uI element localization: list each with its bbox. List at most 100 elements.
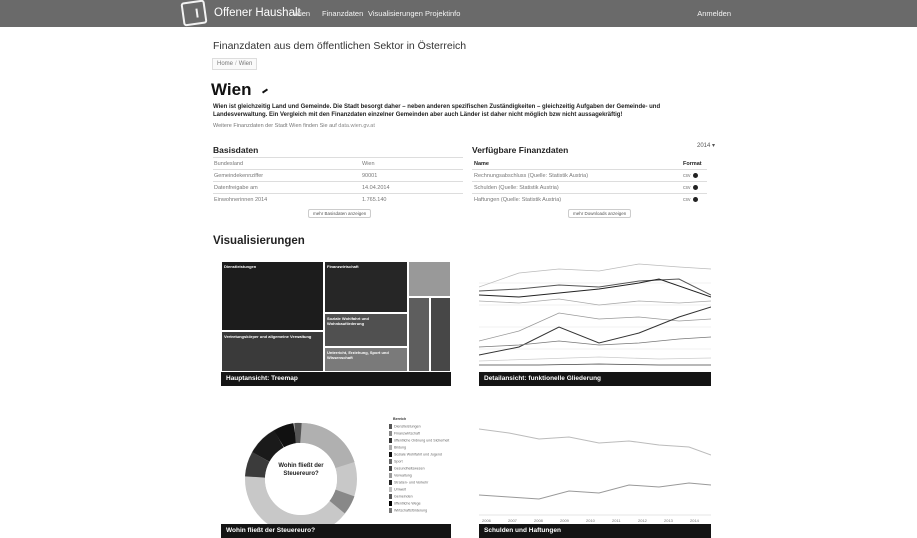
legend-label: Sport	[394, 459, 403, 464]
format-label[interactable]: csv	[683, 185, 691, 191]
nav-item-visualisierungen[interactable]: Visualisierungen	[368, 9, 423, 18]
legend-swatch	[389, 501, 392, 506]
legend-item[interactable]: öffentliche Ordnung und Sicherheit	[389, 438, 449, 443]
donut-slice[interactable]	[245, 452, 270, 479]
schulden-card[interactable]: 2006 2007 2008 2009 2010 2011 2012 2013 …	[479, 415, 711, 538]
legend-item[interactable]: Gemeinden	[389, 494, 413, 499]
more-downloads-button[interactable]: mehr Downloads anzeigen	[568, 209, 632, 218]
divider	[472, 181, 707, 182]
basis-label: Datenfreigabe am	[214, 185, 258, 191]
treemap-cell[interactable]: Vertretungskörper und allgemeine Verwalt…	[221, 331, 324, 372]
legend-label: Soziale Wohlfahrt und Jugend	[394, 452, 442, 457]
legend-label: Umwelt	[394, 487, 406, 492]
nav-item-finanzdaten[interactable]: Finanzdaten	[322, 9, 363, 18]
basis-label: Gemeindekennziffer	[214, 173, 264, 179]
legend-item[interactable]: Verwaltung	[389, 473, 412, 478]
treemap-cell[interactable]	[408, 261, 451, 297]
line-chart-functional	[479, 263, 711, 366]
series-line[interactable]	[479, 428, 711, 456]
legend-item[interactable]: Umwelt	[389, 487, 406, 492]
dataset-link[interactable]: Schulden (Quelle: Statistik Austria)	[474, 185, 559, 191]
breadcrumb-current: Wien	[238, 61, 253, 67]
info-icon[interactable]	[692, 173, 698, 179]
series-line[interactable]	[479, 336, 711, 348]
legend-item[interactable]: Dienstleistungen	[389, 424, 421, 429]
intro-note-text: Weitere Finanzdaten der Stadt Wien finde…	[213, 123, 337, 129]
column-header-format: Format	[683, 161, 702, 167]
basis-value: Wien	[362, 161, 375, 167]
format-label[interactable]: csv	[683, 197, 691, 203]
divider	[213, 169, 463, 170]
legend-item[interactable]: Gesundheitswesen	[389, 466, 425, 471]
format-label[interactable]: csv	[683, 173, 691, 179]
more-basisdaten-button[interactable]: mehr Basisdaten anzeigen	[308, 209, 372, 218]
series-line[interactable]	[479, 278, 711, 296]
legend-item[interactable]: öffentliche Wege	[389, 501, 421, 506]
steuereuro-card[interactable]: Wohin fließt der Steuereuro? Bereich Die…	[221, 415, 451, 538]
year-tick: 2008	[534, 518, 544, 523]
treemap-cell[interactable]	[408, 297, 430, 372]
basis-value: 1.765.140	[362, 197, 387, 203]
format-cell: csv	[683, 197, 698, 203]
treemap-cell[interactable]: Finanzwirtschaft	[324, 261, 408, 313]
treemap-cell[interactable]	[430, 297, 451, 372]
treemap-cell[interactable]: Soziale Wohlfahrt und Wohnbauförderung	[324, 313, 408, 347]
logo-icon[interactable]	[180, 0, 208, 27]
info-icon[interactable]	[692, 185, 698, 191]
treemap-card[interactable]: Dienstleistungen Vertretungskörper und a…	[221, 261, 451, 386]
series-line[interactable]	[479, 363, 711, 366]
legend-label: Wirtschaftsförderung	[394, 508, 428, 513]
legend-item[interactable]: Bildung	[389, 445, 406, 450]
donut-center-label: Wohin fließt der Steuereuro?	[278, 463, 324, 477]
legend-swatch	[389, 466, 392, 471]
donut-hole	[265, 443, 337, 515]
treemap-cell[interactable]: Dienstleistungen	[221, 261, 324, 331]
info-icon[interactable]	[692, 197, 698, 203]
nav-item-wien[interactable]: Wien	[293, 9, 310, 18]
year-tick: 2013	[664, 518, 674, 523]
series-line[interactable]	[479, 298, 711, 306]
series-line[interactable]	[479, 356, 711, 362]
data-wien-link[interactable]: data.wien.gv.at	[338, 123, 375, 129]
brand-name[interactable]: Offener Haushalt	[214, 7, 301, 19]
divider	[213, 193, 463, 194]
donut-slice[interactable]	[273, 423, 298, 448]
card-caption: Hauptansicht: Treemap	[221, 372, 451, 386]
intro-note: Weitere Finanzdaten der Stadt Wien finde…	[213, 123, 375, 129]
divider	[213, 181, 463, 182]
dataset-link[interactable]: Rechnungsabschluss (Quelle: Statistik Au…	[474, 173, 588, 179]
format-cell: csv	[683, 173, 698, 179]
dataset-link[interactable]: Haftungen (Quelle: Statistik Austria)	[474, 197, 561, 203]
legend-swatch	[389, 438, 392, 443]
legend-item[interactable]: Sport	[389, 459, 403, 464]
card-caption: Schulden und Haftungen	[479, 524, 711, 538]
legend-swatch	[389, 452, 392, 457]
visualisierungen-heading: Visualisierungen	[213, 235, 305, 247]
basis-value: 90001	[362, 173, 378, 179]
legend-swatch	[389, 473, 392, 478]
series-line[interactable]	[479, 306, 711, 356]
pencil-icon[interactable]	[261, 88, 269, 94]
donut-slice[interactable]	[329, 489, 355, 514]
legend-item[interactable]: Wirtschaftsförderung	[389, 508, 427, 513]
legend-label: öffentliche Ordnung und Sicherheit	[394, 438, 450, 443]
legend-label: Straßen- und Verkehr	[394, 480, 429, 485]
year-select[interactable]: 2014 ▾	[697, 142, 715, 149]
legend-swatch	[389, 480, 392, 485]
legend-item[interactable]: Finanzwirtschaft	[389, 431, 420, 436]
column-header-name: Name	[474, 161, 489, 167]
legend-label: Verwaltung	[394, 473, 412, 478]
login-link[interactable]: Anmelden	[697, 9, 731, 18]
basisdaten-heading: Basisdaten	[213, 145, 259, 155]
legend-label: Dienstleistungen	[394, 424, 421, 429]
nav-item-projektinfo[interactable]: Projektinfo	[425, 9, 460, 18]
series-line[interactable]	[479, 482, 711, 500]
series-line[interactable]	[479, 278, 711, 298]
legend-label: Gemeinden	[394, 494, 413, 499]
legend-item[interactable]: Straßen- und Verkehr	[389, 480, 428, 485]
treemap-cell[interactable]: Unterricht, Erziehung, Sport und Wissens…	[324, 347, 408, 372]
functional-breakdown-card[interactable]: Detailansicht: funktionelle Gliederung	[479, 261, 711, 386]
legend-item[interactable]: Soziale Wohlfahrt und Jugend	[389, 452, 442, 457]
breadcrumb-home[interactable]: Home	[217, 61, 233, 67]
series-line[interactable]	[479, 263, 711, 288]
